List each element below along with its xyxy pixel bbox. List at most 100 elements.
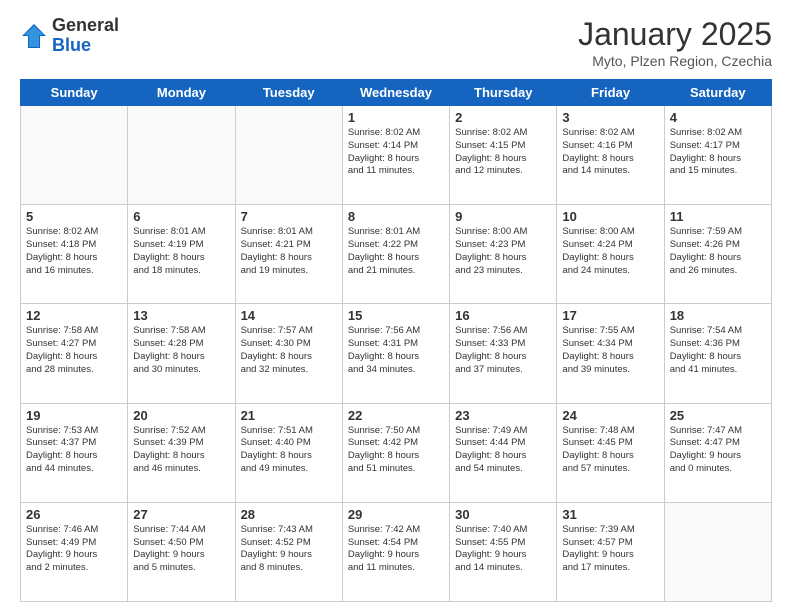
day-number: 22 — [348, 408, 444, 423]
day-info: Sunrise: 7:50 AM Sunset: 4:42 PM Dayligh… — [348, 425, 444, 476]
day-cell-14: 14Sunrise: 7:57 AM Sunset: 4:30 PM Dayli… — [235, 304, 342, 403]
day-number: 10 — [562, 209, 658, 224]
day-info: Sunrise: 7:57 AM Sunset: 4:30 PM Dayligh… — [241, 325, 337, 376]
day-header-wednesday: Wednesday — [342, 80, 449, 106]
day-number: 15 — [348, 308, 444, 323]
day-info: Sunrise: 8:01 AM Sunset: 4:19 PM Dayligh… — [133, 226, 229, 277]
day-number: 17 — [562, 308, 658, 323]
day-number: 1 — [348, 110, 444, 125]
day-cell-29: 29Sunrise: 7:42 AM Sunset: 4:54 PM Dayli… — [342, 502, 449, 601]
empty-cell — [664, 502, 771, 601]
day-number: 4 — [670, 110, 766, 125]
day-header-saturday: Saturday — [664, 80, 771, 106]
day-number: 30 — [455, 507, 551, 522]
day-cell-18: 18 Sunrise: 7:54 AM Sunset: 4:36 PM Dayli… — [664, 304, 771, 403]
day-info: Sunrise: 8:02 AM Sunset: 4:18 PM Dayligh… — [26, 226, 122, 277]
week-row-2: 12 Sunrise: 7:58 AM Sunset: 4:27 PM Dayli… — [21, 304, 772, 403]
day-cell-3: 3 Sunrise: 8:02 AM Sunset: 4:16 PM Daylig… — [557, 106, 664, 205]
day-number: 11 — [670, 209, 766, 224]
day-cell-10: 10 Sunrise: 8:00 AM Sunset: 4:24 PM Dayli… — [557, 205, 664, 304]
logo-blue: Blue — [52, 35, 91, 55]
day-info: Sunrise: 7:51 AM Sunset: 4:40 PM Dayligh… — [241, 425, 337, 476]
day-header-thursday: Thursday — [450, 80, 557, 106]
day-info: Sunrise: 7:40 AM Sunset: 4:55 PM Dayligh… — [455, 524, 551, 575]
day-info: Sunrise: 7:58 AM Sunset: 4:28 PM Dayligh… — [133, 325, 229, 376]
week-row-3: 19Sunrise: 7:53 AM Sunset: 4:37 PM Dayli… — [21, 403, 772, 502]
day-cell-11: 11 Sunrise: 7:59 AM Sunset: 4:26 PM Dayli… — [664, 205, 771, 304]
day-number: 31 — [562, 507, 658, 522]
logo: General Blue — [20, 16, 119, 56]
day-cell-28: 28 Sunrise: 7:43 AM Sunset: 4:52 PM Dayli… — [235, 502, 342, 601]
day-info: Sunrise: 8:00 AM Sunset: 4:23 PM Dayligh… — [455, 226, 551, 277]
day-cell-4: 4 Sunrise: 8:02 AM Sunset: 4:17 PM Daylig… — [664, 106, 771, 205]
day-info: Sunrise: 7:56 AM Sunset: 4:31 PM Dayligh… — [348, 325, 444, 376]
day-info: Sunrise: 7:56 AM Sunset: 4:33 PM Dayligh… — [455, 325, 551, 376]
day-number: 12 — [26, 308, 122, 323]
logo-text: General Blue — [52, 16, 119, 56]
day-info: Sunrise: 7:59 AM Sunset: 4:26 PM Dayligh… — [670, 226, 766, 277]
day-number: 18 — [670, 308, 766, 323]
day-number: 19 — [26, 408, 122, 423]
day-info: Sunrise: 7:43 AM Sunset: 4:52 PM Dayligh… — [241, 524, 337, 575]
day-number: 2 — [455, 110, 551, 125]
day-cell-8: 8Sunrise: 8:01 AM Sunset: 4:22 PM Daylig… — [342, 205, 449, 304]
day-info: Sunrise: 7:46 AM Sunset: 4:49 PM Dayligh… — [26, 524, 122, 575]
week-row-4: 26 Sunrise: 7:46 AM Sunset: 4:49 PM Dayli… — [21, 502, 772, 601]
day-header-tuesday: Tuesday — [235, 80, 342, 106]
day-number: 5 — [26, 209, 122, 224]
day-info: Sunrise: 8:02 AM Sunset: 4:17 PM Dayligh… — [670, 127, 766, 178]
day-number: 26 — [26, 507, 122, 522]
month-title: January 2025 — [578, 16, 772, 53]
day-cell-13: 13 Sunrise: 7:58 AM Sunset: 4:28 PM Dayli… — [128, 304, 235, 403]
page: General Blue January 2025 Myto, Plzen Re… — [0, 0, 792, 612]
day-info: Sunrise: 8:02 AM Sunset: 4:16 PM Dayligh… — [562, 127, 658, 178]
day-info: Sunrise: 7:58 AM Sunset: 4:27 PM Dayligh… — [26, 325, 122, 376]
day-info: Sunrise: 7:55 AM Sunset: 4:34 PM Dayligh… — [562, 325, 658, 376]
day-info: Sunrise: 7:49 AM Sunset: 4:44 PM Dayligh… — [455, 425, 551, 476]
day-info: Sunrise: 8:02 AM Sunset: 4:15 PM Dayligh… — [455, 127, 551, 178]
day-header-sunday: Sunday — [21, 80, 128, 106]
day-info: Sunrise: 7:47 AM Sunset: 4:47 PM Dayligh… — [670, 425, 766, 476]
day-number: 16 — [455, 308, 551, 323]
day-cell-16: 16 Sunrise: 7:56 AM Sunset: 4:33 PM Dayli… — [450, 304, 557, 403]
day-info: Sunrise: 7:48 AM Sunset: 4:45 PM Dayligh… — [562, 425, 658, 476]
day-number: 6 — [133, 209, 229, 224]
day-cell-27: 27Sunrise: 7:44 AM Sunset: 4:50 PM Dayli… — [128, 502, 235, 601]
day-info: Sunrise: 7:54 AM Sunset: 4:36 PM Dayligh… — [670, 325, 766, 376]
empty-cell — [235, 106, 342, 205]
day-info: Sunrise: 8:00 AM Sunset: 4:24 PM Dayligh… — [562, 226, 658, 277]
day-cell-20: 20Sunrise: 7:52 AM Sunset: 4:39 PM Dayli… — [128, 403, 235, 502]
day-cell-31: 31 Sunrise: 7:39 AM Sunset: 4:57 PM Dayli… — [557, 502, 664, 601]
day-cell-24: 24 Sunrise: 7:48 AM Sunset: 4:45 PM Dayli… — [557, 403, 664, 502]
calendar: SundayMondayTuesdayWednesdayThursdayFrid… — [20, 79, 772, 602]
day-cell-2: 2 Sunrise: 8:02 AM Sunset: 4:15 PM Daylig… — [450, 106, 557, 205]
day-cell-22: 22 Sunrise: 7:50 AM Sunset: 4:42 PM Dayli… — [342, 403, 449, 502]
day-cell-26: 26 Sunrise: 7:46 AM Sunset: 4:49 PM Dayli… — [21, 502, 128, 601]
day-number: 25 — [670, 408, 766, 423]
day-info: Sunrise: 7:52 AM Sunset: 4:39 PM Dayligh… — [133, 425, 229, 476]
day-number: 28 — [241, 507, 337, 522]
day-number: 24 — [562, 408, 658, 423]
week-row-0: 1Sunrise: 8:02 AM Sunset: 4:14 PM Daylig… — [21, 106, 772, 205]
day-info: Sunrise: 7:39 AM Sunset: 4:57 PM Dayligh… — [562, 524, 658, 575]
title-area: January 2025 Myto, Plzen Region, Czechia — [578, 16, 772, 69]
week-row-1: 5 Sunrise: 8:02 AM Sunset: 4:18 PM Daylig… — [21, 205, 772, 304]
location: Myto, Plzen Region, Czechia — [578, 53, 772, 69]
day-cell-21: 21Sunrise: 7:51 AM Sunset: 4:40 PM Dayli… — [235, 403, 342, 502]
day-number: 7 — [241, 209, 337, 224]
empty-cell — [21, 106, 128, 205]
day-cell-19: 19Sunrise: 7:53 AM Sunset: 4:37 PM Dayli… — [21, 403, 128, 502]
day-number: 23 — [455, 408, 551, 423]
day-cell-5: 5 Sunrise: 8:02 AM Sunset: 4:18 PM Daylig… — [21, 205, 128, 304]
day-number: 13 — [133, 308, 229, 323]
day-number: 3 — [562, 110, 658, 125]
day-cell-17: 17 Sunrise: 7:55 AM Sunset: 4:34 PM Dayli… — [557, 304, 664, 403]
day-number: 9 — [455, 209, 551, 224]
day-cell-23: 23 Sunrise: 7:49 AM Sunset: 4:44 PM Dayli… — [450, 403, 557, 502]
day-cell-9: 9 Sunrise: 8:00 AM Sunset: 4:23 PM Daylig… — [450, 205, 557, 304]
day-number: 29 — [348, 507, 444, 522]
day-info: Sunrise: 8:01 AM Sunset: 4:22 PM Dayligh… — [348, 226, 444, 277]
day-header-friday: Friday — [557, 80, 664, 106]
day-cell-1: 1Sunrise: 8:02 AM Sunset: 4:14 PM Daylig… — [342, 106, 449, 205]
header-row: SundayMondayTuesdayWednesdayThursdayFrid… — [21, 80, 772, 106]
